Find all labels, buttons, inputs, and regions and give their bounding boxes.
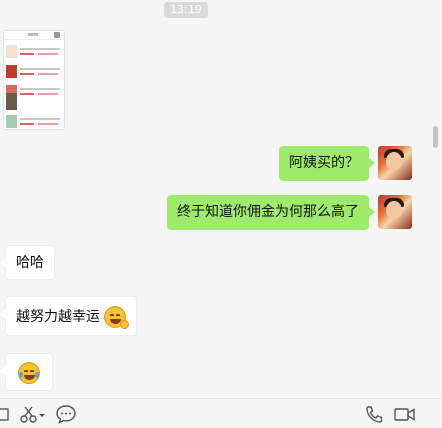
outgoing-message[interactable]: 终于知道你佣金为何那么高了 [167, 195, 375, 230]
laughing-tears-emoji [18, 362, 40, 384]
my-avatar[interactable] [378, 146, 412, 180]
message-text: 哈哈 [16, 255, 44, 271]
image-header [4, 31, 64, 40]
folder-icon[interactable] [0, 404, 10, 424]
video-camera-icon[interactable] [394, 404, 416, 424]
outgoing-message[interactable]: 阿姨买的？ [279, 146, 375, 181]
incoming-message[interactable] [0, 353, 53, 391]
my-avatar[interactable] [378, 195, 412, 229]
scissors-icon[interactable] [20, 404, 38, 424]
incoming-message[interactable]: 哈哈 [0, 245, 55, 280]
message-text: 阿姨买的？ [289, 155, 359, 171]
timestamp: 13:19 [164, 2, 208, 18]
incoming-message[interactable]: 越努力越幸运 [0, 296, 138, 336]
chat-area: 13:19 阿姨买的？ 终于知道你佣金为何那么高了 哈哈 越努力越幸运 [0, 0, 442, 398]
chat-bubble-icon[interactable] [56, 404, 76, 424]
yummy-face-emoji [104, 306, 130, 329]
dropdown-arrow-icon[interactable] [38, 404, 46, 424]
scrollbar[interactable] [433, 126, 438, 148]
message-text: 越努力越幸运 [16, 309, 100, 325]
input-toolbar [0, 398, 442, 428]
phone-icon[interactable] [365, 404, 383, 424]
image-message[interactable] [3, 30, 65, 130]
message-text: 终于知道你佣金为何那么高了 [177, 204, 359, 220]
